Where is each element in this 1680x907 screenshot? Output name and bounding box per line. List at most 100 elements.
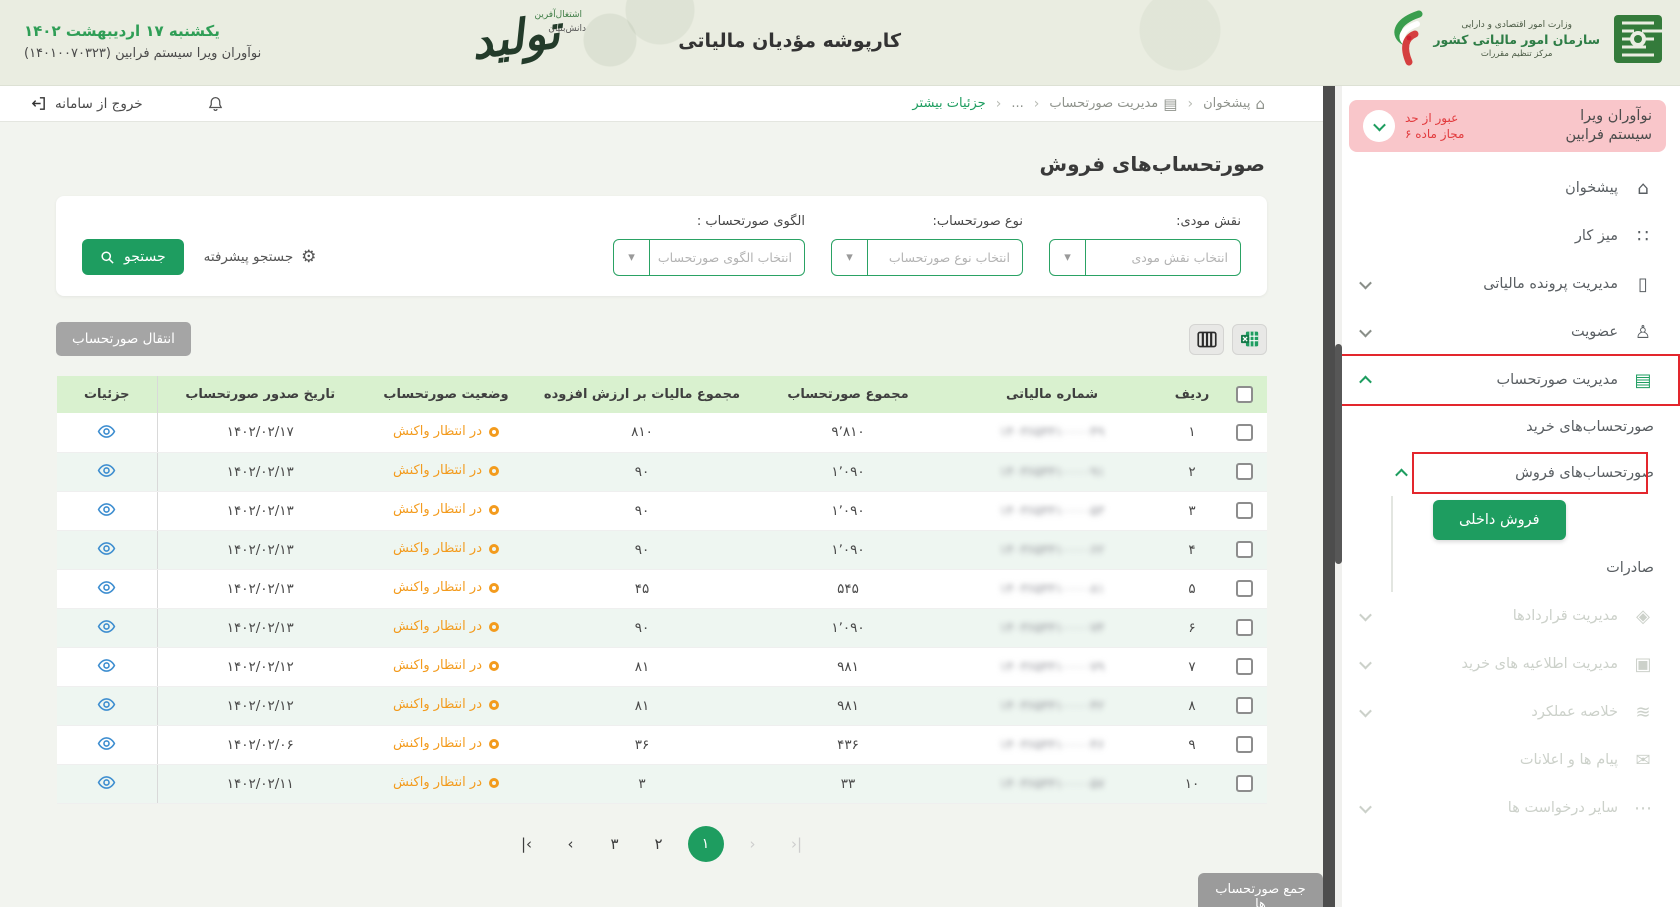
user-card: نوآوران ویرا سیستم فرابین عبور از حد مجا… <box>1349 100 1666 152</box>
bag-icon: ▣ <box>1632 654 1654 675</box>
table-header: ردیف شماره مالیاتی مجموع صورتحساب مجموع … <box>57 376 1267 413</box>
invoice-total: ۹٬۸۱۰ <box>755 413 941 452</box>
vat-total: ۸۱ <box>529 647 755 686</box>
details-eye-button[interactable] <box>95 500 118 519</box>
user-card-expand-button[interactable] <box>1363 110 1395 142</box>
invoice-total: ۹۸۱ <box>755 647 941 686</box>
portal-title: کارپوشه مؤدیان مالیاتی <box>678 30 901 52</box>
details-eye-button[interactable] <box>95 656 118 675</box>
chevron-down-icon <box>1359 704 1372 717</box>
sidebar-item-label: مدیریت پرونده مالیاتی <box>1483 276 1618 292</box>
sidebar-item-workspace[interactable]: ∷میز کار <box>1335 212 1680 260</box>
excel-export-button[interactable] <box>1232 324 1267 355</box>
sidebar-item-purchase-invoices[interactable]: صورتحساب‌های خرید <box>1335 404 1680 450</box>
table-row: ۵ ۱۴۰۳۶۵۴۴۱۰۰۰۰۸۱ ۵۴۵ ۴۵ در انتظار واکنش… <box>57 569 1267 608</box>
search-label: جستجو <box>124 249 166 265</box>
row-checkbox[interactable] <box>1236 502 1253 519</box>
details-eye-button[interactable] <box>95 578 118 597</box>
sidebar-item-membership[interactable]: ♙عضویت <box>1335 308 1680 356</box>
details-eye-button[interactable] <box>95 539 118 558</box>
sidebar-item-exports[interactable]: صادرات <box>1391 544 1680 592</box>
row-index: ۶ <box>1163 608 1221 647</box>
columns-view-button[interactable] <box>1189 324 1224 355</box>
breadcrumb-item-more[interactable]: ... <box>1011 96 1023 111</box>
sidebar-item-invoice-management[interactable]: ▤مدیریت صورتحساب <box>1335 356 1680 404</box>
status-dot-icon <box>489 739 499 749</box>
sidebar-item-label: صورتحساب‌های خرید <box>1526 419 1654 435</box>
filter-select[interactable]: انتخاب الگوی صورتحساب ▾ <box>613 239 805 276</box>
transfer-invoice-button[interactable]: انتقال صورتحساب <box>56 322 191 356</box>
filters: نقش مودی: انتخاب نقش مودی ▾ نوع صورتحساب… <box>613 214 1241 276</box>
sidebar-item-dashboard[interactable]: ⌂پیشخوان <box>1335 164 1680 212</box>
advanced-search-button[interactable]: ⚙ جستجو پیشرفته <box>204 247 317 267</box>
breadcrumb-item-dashboard[interactable]: ⌂پیشخوان <box>1203 95 1265 113</box>
row-checkbox[interactable] <box>1236 736 1253 753</box>
sidebar-button-domestic-sales[interactable]: فروش داخلی <box>1433 500 1566 540</box>
breadcrumb-separator-icon: ‹ <box>1187 96 1193 112</box>
sidebar-item-tax-file-management[interactable]: ▯مدیریت پرونده مالیاتی <box>1335 260 1680 308</box>
filter-select[interactable]: انتخاب نوع صورتحساب ▾ <box>831 239 1023 276</box>
invoice-total: ۹۸۱ <box>755 686 941 725</box>
issue-date: ۱۴۰۲/۰۲/۱۱ <box>157 764 363 803</box>
year-slogan-calligraphy: اشتغال‌آفرین دانش‌بنیان تولید <box>438 2 588 84</box>
details-eye-button[interactable] <box>95 617 118 636</box>
top-banner: یکشنبه ۱۷ اردیبهشت ۱۴۰۲ نوآوران ویرا سیس… <box>0 0 1680 86</box>
row-checkbox[interactable] <box>1236 619 1253 636</box>
row-checkbox[interactable] <box>1236 697 1253 714</box>
status-badge: در انتظار واکنش <box>393 580 499 595</box>
caret-down-icon: ▾ <box>1050 240 1086 275</box>
vat-total: ۸۱۰ <box>529 413 755 452</box>
invoice-icon: ▤ <box>1163 95 1177 113</box>
status-label: در انتظار واکنش <box>393 541 482 556</box>
eye-icon <box>97 463 116 478</box>
pagination-prev-button[interactable]: ‹ <box>556 829 586 859</box>
details-eye-button[interactable] <box>95 695 118 714</box>
status-badge: در انتظار واکنش <box>393 658 499 673</box>
details-eye-button[interactable] <box>95 461 118 480</box>
chart-icon: ≋ <box>1632 702 1654 723</box>
select-all-checkbox[interactable] <box>1236 386 1253 403</box>
table-row: ۸ ۱۴۰۳۶۵۴۴۱۰۰۰۰۴۲ ۹۸۱ ۸۱ در انتظار واکنش… <box>57 686 1267 725</box>
logout-button[interactable]: خروج از سامانه <box>30 95 143 112</box>
pagination-first-button[interactable]: |‹ <box>512 829 542 859</box>
table-body: ۱ ۱۴۰۳۶۵۴۴۱۰۰۰۰۴۹ ۹٬۸۱۰ ۸۱۰ در انتظار وا… <box>57 413 1267 803</box>
pagination-page-۲[interactable]: ۲ <box>644 829 674 859</box>
status-badge: در انتظار واکنش <box>393 697 499 712</box>
filter-label: الگوی صورتحساب : <box>613 214 805 229</box>
sum-invoices-button-clipped[interactable]: جمع صورتحساب ها <box>1198 873 1323 907</box>
sidebar-scrollbar-thumb[interactable] <box>1335 344 1342 564</box>
vat-total: ۹۰ <box>529 491 755 530</box>
breadcrumb-item-invoice-management[interactable]: ▤مدیریت صورتحساب <box>1049 95 1177 113</box>
details-eye-button[interactable] <box>95 734 118 753</box>
eye-icon <box>97 658 116 673</box>
sidebar-item-domestic-sales[interactable]: فروش داخلی <box>1391 496 1680 544</box>
pagination-page-۱[interactable]: ۱ <box>688 826 724 862</box>
row-index: ۹ <box>1163 725 1221 764</box>
details-eye-button[interactable] <box>95 773 118 792</box>
row-checkbox[interactable] <box>1236 541 1253 558</box>
sidebar-item-other-requests: ⋯سایر درخواست ها <box>1335 784 1680 832</box>
details-eye-button[interactable] <box>95 422 118 441</box>
org-line-1: وزارت امور اقتصادی و دارایی <box>1433 20 1600 30</box>
tax-id-redacted: ۱۴۰۳۶۵۴۴۱۰۰۰۰۷۴ <box>1000 621 1105 636</box>
sidebar-item-label: مدیریت صورتحساب <box>1496 372 1618 388</box>
row-checkbox[interactable] <box>1236 775 1253 792</box>
notifications-bell-button[interactable] <box>207 95 224 113</box>
chevron-down-icon <box>1359 656 1372 669</box>
status-label: در انتظار واکنش <box>393 580 482 595</box>
status-label: در انتظار واکنش <box>393 619 482 634</box>
pagination-page-۳[interactable]: ۳ <box>600 829 630 859</box>
breadcrumb-item-more-details[interactable]: جزئیات بیشتر <box>912 96 985 111</box>
row-checkbox[interactable] <box>1236 580 1253 597</box>
row-checkbox[interactable] <box>1236 424 1253 441</box>
sidebar-scrollbar[interactable] <box>1335 86 1342 907</box>
row-index: ۷ <box>1163 647 1221 686</box>
row-checkbox[interactable] <box>1236 463 1253 480</box>
search-button[interactable]: جستجو <box>82 239 184 275</box>
invoice-total: ۱٬۰۹۰ <box>755 608 941 647</box>
sidebar-item-sales-invoices[interactable]: صورتحساب‌های فروش <box>1335 450 1680 496</box>
filter-select[interactable]: انتخاب نقش مودی ▾ <box>1049 239 1241 276</box>
breadcrumb-separator-icon: ‹ <box>1034 96 1040 112</box>
content-scrollbar-strip[interactable] <box>1323 86 1335 907</box>
row-checkbox[interactable] <box>1236 658 1253 675</box>
